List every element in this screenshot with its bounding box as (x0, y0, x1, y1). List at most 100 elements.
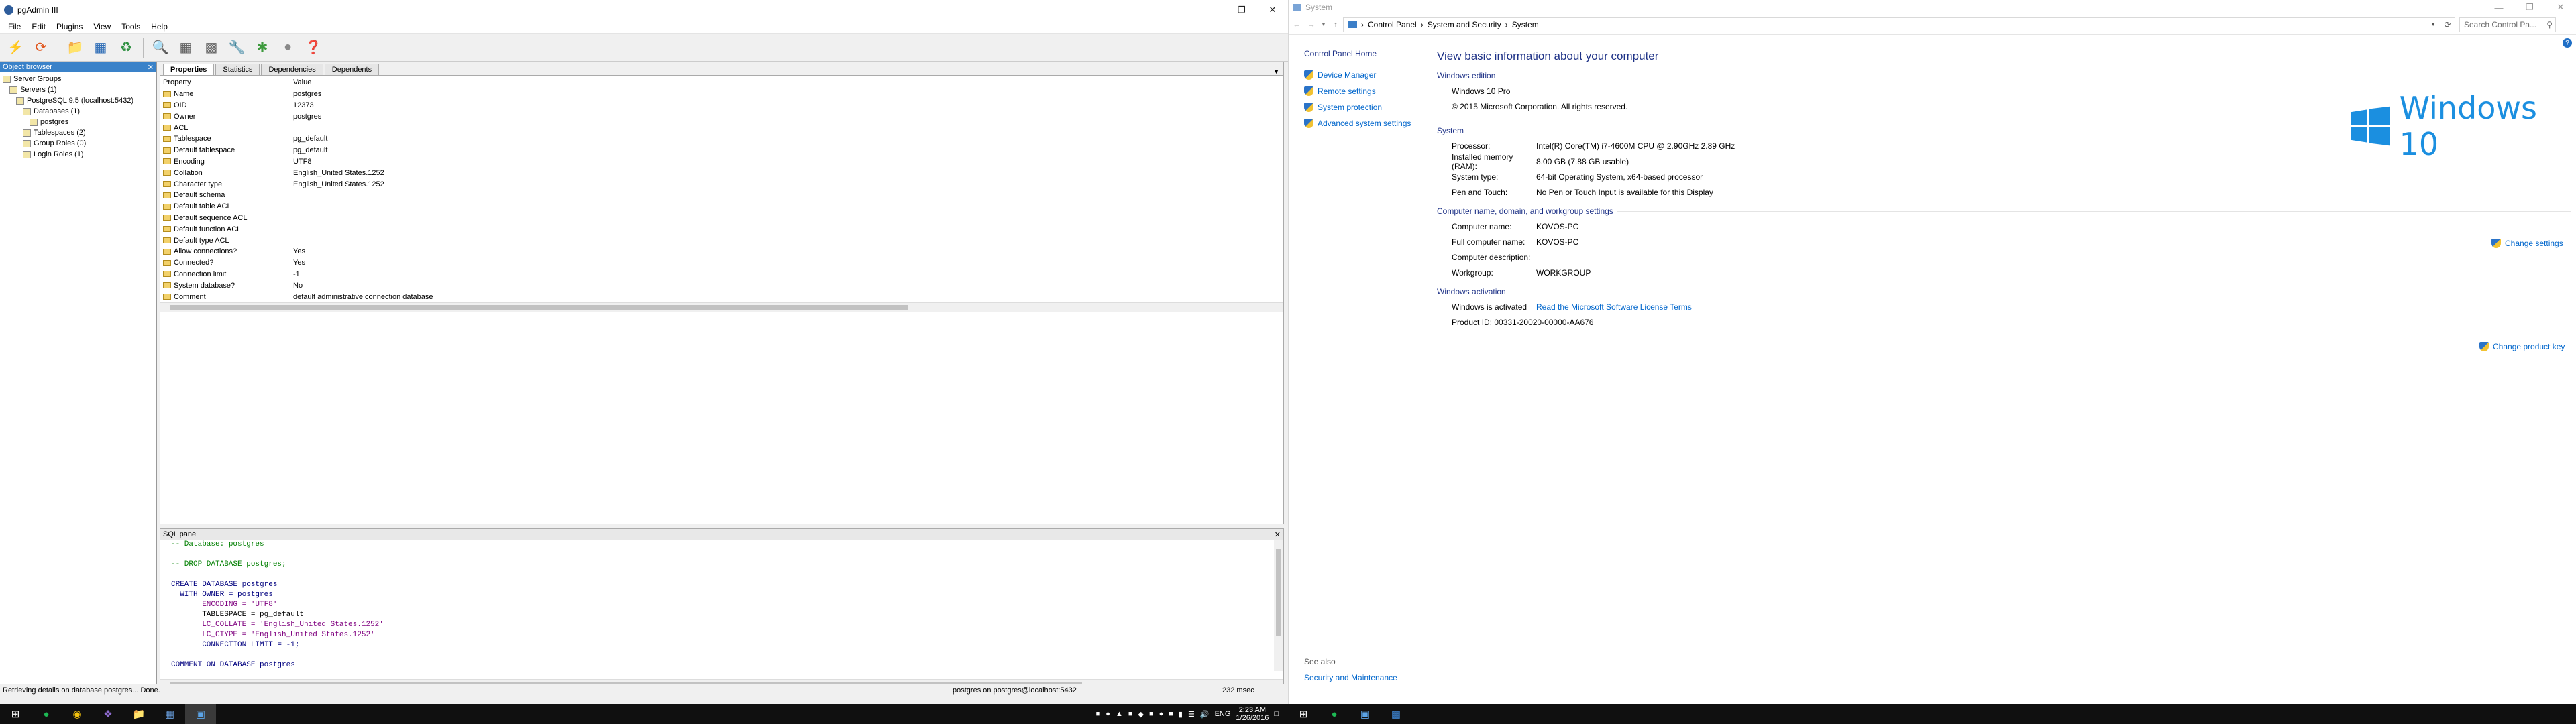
minimize-icon[interactable]: — (2483, 0, 2514, 15)
tray-app-icon[interactable]: ■ (1149, 710, 1154, 718)
tray-app-icon[interactable]: ▲ (1116, 710, 1123, 718)
property-row[interactable]: OID 12373 (160, 100, 1283, 111)
tray-app-icon[interactable]: ■ (1128, 710, 1133, 718)
sql-vscrollbar[interactable] (1274, 540, 1283, 671)
close-icon[interactable]: ✕ (2545, 0, 2576, 15)
tab-properties[interactable]: Properties (163, 64, 215, 75)
menu-view[interactable]: View (88, 22, 116, 32)
column-value[interactable]: Value (293, 78, 1283, 86)
view-data-icon[interactable]: ▦ (174, 36, 197, 59)
back-icon[interactable]: ← (1289, 21, 1304, 29)
tree-node[interactable]: Login Roles (1) (0, 149, 156, 160)
remote-desktop-icon[interactable]: ▣ (185, 704, 216, 724)
address-dropdown-icon[interactable]: ▼ (2430, 21, 2436, 27)
property-row[interactable]: Name postgres (160, 88, 1283, 100)
tree-node[interactable]: Databases (1) (0, 106, 156, 117)
breadcrumb-system[interactable]: System (1512, 20, 1539, 29)
tray-app-icon[interactable]: ● (1159, 710, 1164, 718)
device-manager-link[interactable]: Device Manager (1304, 67, 1411, 83)
forward-icon[interactable]: → (1304, 21, 1319, 29)
tray-app-icon[interactable]: ■ (1096, 710, 1101, 718)
refresh-icon[interactable]: ⟳ (30, 36, 52, 59)
system-protection-link[interactable]: System protection (1304, 99, 1411, 115)
view-filtered-data-icon[interactable]: ▩ (200, 36, 223, 59)
close-icon[interactable]: ✕ (148, 63, 156, 72)
refresh-icon[interactable]: ⟳ (2440, 19, 2455, 29)
license-terms-link[interactable]: Read the Microsoft Software License Term… (1536, 302, 1692, 312)
control-panel-home-link[interactable]: Control Panel Home (1304, 46, 1411, 62)
change-product-key-link[interactable]: Change product key (2479, 342, 2565, 351)
property-row[interactable]: Connected? Yes (160, 257, 1283, 269)
maximize-icon[interactable]: ❐ (1226, 0, 1257, 20)
advanced-system-settings-link[interactable]: Advanced system settings (1304, 115, 1411, 131)
property-row[interactable]: Collation English_United States.1252 (160, 167, 1283, 178)
remote-settings-link[interactable]: Remote settings (1304, 83, 1411, 99)
properties-hscrollbar[interactable] (160, 302, 1283, 312)
clock[interactable]: 2:23 AM 1/26/2016 (1236, 706, 1269, 722)
property-row[interactable]: System database? No (160, 280, 1283, 291)
sql-editor[interactable]: -- Database: postgres -- DROP DATABASE po… (160, 540, 1283, 679)
volume-icon[interactable]: 🔊 (1200, 710, 1210, 719)
property-row[interactable]: Connection limit -1 (160, 269, 1283, 280)
drop-object-icon[interactable]: ▦ (89, 36, 112, 59)
property-row[interactable]: Default tablespace pg_default (160, 145, 1283, 156)
change-settings-link[interactable]: Change settings (2491, 239, 2563, 248)
tray-app-icon[interactable]: ◆ (1138, 710, 1143, 719)
security-maintenance-link[interactable]: Security and Maintenance (1304, 673, 1397, 682)
menu-file[interactable]: File (3, 22, 26, 32)
language-indicator[interactable]: ENG (1215, 710, 1231, 718)
column-property[interactable]: Property (160, 78, 293, 86)
maximize-icon[interactable]: ❐ (2514, 0, 2545, 15)
search-input[interactable]: Search Control Pa... ⚲ (2459, 17, 2556, 32)
scroll-thumb[interactable] (170, 304, 908, 310)
property-row[interactable]: Default table ACL (160, 201, 1283, 213)
tree-node[interactable]: Group Roles (0) (0, 138, 156, 149)
start-icon[interactable]: ⊞ (1288, 704, 1319, 724)
guru-hint-icon[interactable]: ● (276, 36, 299, 59)
network-icon[interactable]: ☰ (1188, 710, 1195, 719)
create-object-icon[interactable]: 📁 (64, 36, 87, 59)
menu-help[interactable]: Help (146, 22, 173, 32)
file-explorer-icon[interactable]: 📁 (123, 704, 154, 724)
tree-node[interactable]: Servers (1) (0, 84, 156, 95)
property-row[interactable]: Comment default administrative connection… (160, 291, 1283, 302)
menu-edit[interactable]: Edit (26, 22, 51, 32)
property-row[interactable]: Default type ACL (160, 235, 1283, 246)
minimize-icon[interactable]: — (1195, 0, 1226, 20)
up-icon[interactable]: ↑ (1328, 21, 1343, 29)
tray-app-icon[interactable]: ● (1106, 710, 1110, 718)
menu-tools[interactable]: Tools (116, 22, 146, 32)
scroll-thumb[interactable] (1276, 549, 1281, 636)
property-row[interactable]: Tablespace pg_default (160, 133, 1283, 145)
chevron-down-icon[interactable]: ▼ (1319, 21, 1328, 27)
control-panel-icon[interactable]: ▩ (1381, 704, 1411, 724)
tree-node[interactable]: PostgreSQL 9.5 (localhost:5432) (0, 95, 156, 106)
tab-statistics[interactable]: Statistics (215, 64, 260, 75)
breadcrumb-control-panel[interactable]: Control Panel (1368, 20, 1417, 29)
property-row[interactable]: Default schema (160, 190, 1283, 201)
connect-icon[interactable]: ⚡ (4, 36, 27, 59)
property-row[interactable]: Character type English_United States.1252 (160, 178, 1283, 190)
plugins-icon[interactable]: ✱ (251, 36, 274, 59)
notifications-icon[interactable]: □ (1274, 710, 1279, 718)
help-icon[interactable]: ? (2563, 38, 2572, 48)
address-bar[interactable]: › Control Panel › System and Security › … (1343, 17, 2455, 32)
tray-app-icon[interactable]: ■ (1169, 710, 1173, 718)
tree-node[interactable]: Server Groups (0, 74, 156, 84)
spotify-icon[interactable]: ● (31, 704, 62, 724)
property-row[interactable]: Owner postgres (160, 111, 1283, 122)
spotify-icon[interactable]: ● (1319, 704, 1350, 724)
battery-icon[interactable]: ▮ (1179, 710, 1183, 719)
menu-plugins[interactable]: Plugins (51, 22, 88, 32)
remote-desktop-icon[interactable]: ▣ (1350, 704, 1381, 724)
property-row[interactable]: ACL (160, 122, 1283, 133)
tab-dependents[interactable]: Dependents (324, 64, 380, 75)
properties-icon[interactable]: ♻ (115, 36, 138, 59)
pgadmin-icon[interactable]: ▦ (154, 704, 185, 724)
tree-node[interactable]: Tablespaces (2) (0, 127, 156, 138)
tabs-dropdown-icon[interactable]: ▼ (1273, 68, 1279, 75)
chrome-icon[interactable]: ◉ (62, 704, 93, 724)
start-icon[interactable]: ⊞ (0, 704, 31, 724)
tab-dependencies[interactable]: Dependencies (261, 64, 323, 75)
close-icon[interactable]: ✕ (1257, 0, 1288, 20)
